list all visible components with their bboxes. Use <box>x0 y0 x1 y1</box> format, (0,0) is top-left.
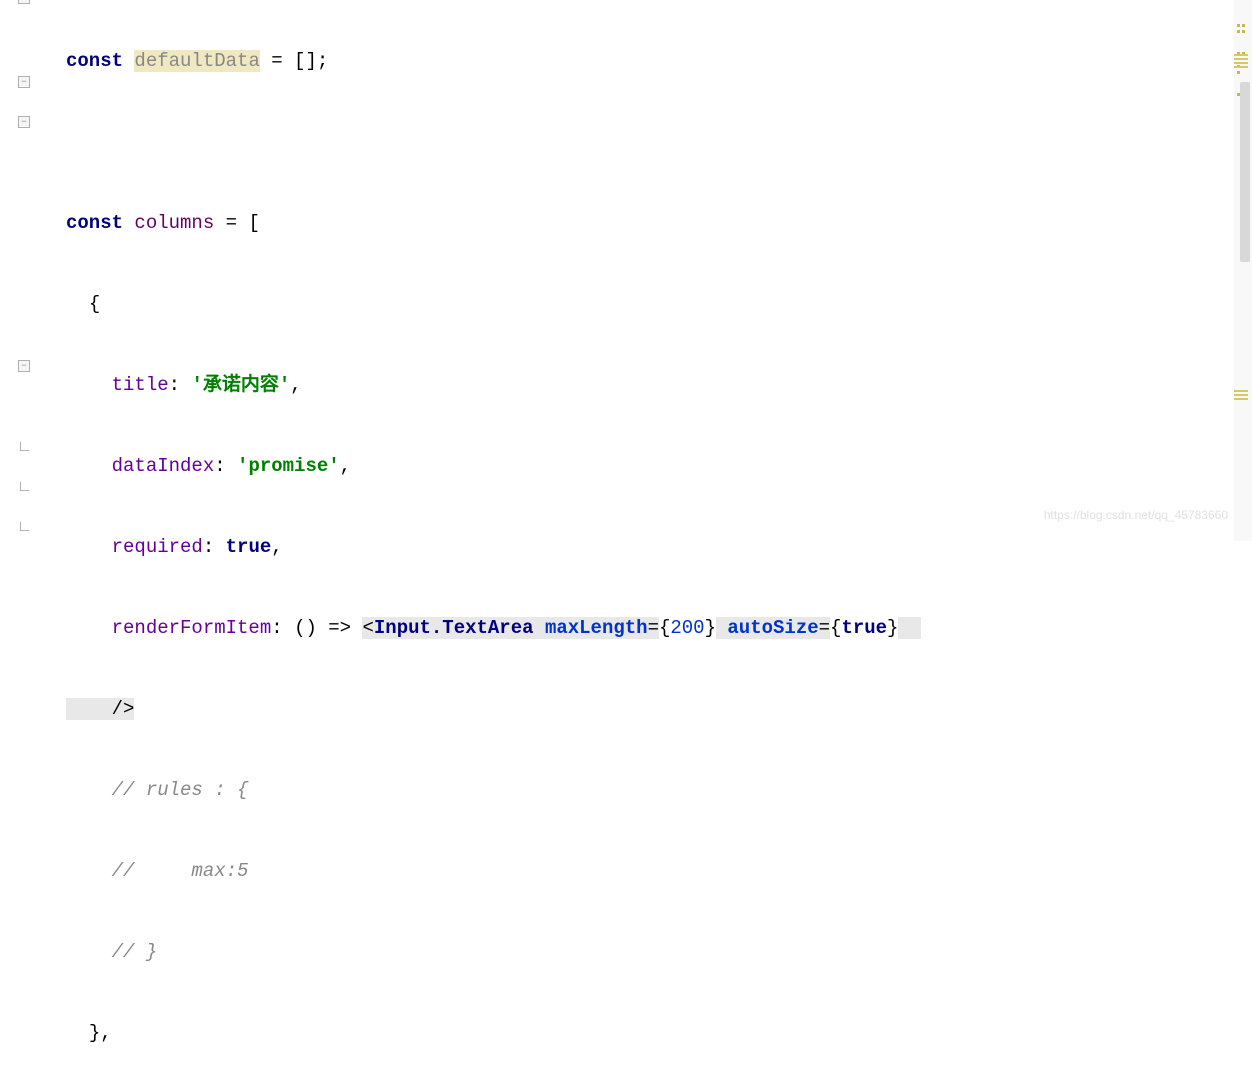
jsx-attr: autoSize <box>727 617 818 639</box>
scrollbar-vertical[interactable] <box>1234 0 1252 541</box>
scrollbar-thumb[interactable] <box>1240 82 1250 262</box>
code-content[interactable]: const defaultData = []; const columns = … <box>42 0 1252 541</box>
punct: , <box>340 455 351 477</box>
fold-toggle-icon[interactable] <box>18 0 30 4</box>
gutter <box>0 0 42 541</box>
punct: < <box>362 617 373 639</box>
scrollbar-minimap <box>1234 54 1248 70</box>
property: title <box>112 374 169 396</box>
string: 'promise' <box>237 455 340 477</box>
punct: } <box>887 617 898 639</box>
code-line[interactable]: const columns = [ <box>66 203 1252 244</box>
code-line[interactable] <box>66 122 1252 163</box>
punct: = []; <box>260 50 328 72</box>
string: '承诺内容' <box>191 374 290 396</box>
code-line[interactable]: // rules : { <box>66 770 1252 811</box>
space <box>534 617 545 639</box>
code-line[interactable]: renderFormItem: () => <Input.TextArea ma… <box>66 608 1252 649</box>
fold-toggle-icon[interactable] <box>18 76 30 88</box>
punct: { <box>830 617 841 639</box>
identifier-unused: defaultData <box>134 50 259 72</box>
scrollbar-minimap <box>1234 390 1248 402</box>
code-line[interactable]: { <box>66 284 1252 325</box>
jsx-component: Input.TextArea <box>374 617 534 639</box>
boolean: true <box>841 617 887 639</box>
punct: : <box>214 455 237 477</box>
keyword: const <box>66 212 123 234</box>
code-line[interactable]: dataIndex: 'promise', <box>66 446 1252 487</box>
fold-toggle-icon[interactable] <box>18 116 30 128</box>
code-line[interactable]: title: '承诺内容', <box>66 365 1252 406</box>
punct: { <box>89 293 100 315</box>
property: required <box>112 536 203 558</box>
comment: // } <box>112 941 158 963</box>
arrow: () => <box>294 617 362 639</box>
space <box>716 617 727 639</box>
property: renderFormItem <box>112 617 272 639</box>
punct: , <box>271 536 282 558</box>
punct: , <box>290 374 301 396</box>
jsx-attr: maxLength <box>545 617 648 639</box>
fold-end-icon <box>18 480 30 492</box>
code-line[interactable]: const defaultData = []; <box>66 41 1252 82</box>
fold-end-icon <box>18 520 30 532</box>
keyword: const <box>66 50 123 72</box>
fold-toggle-icon[interactable] <box>18 360 30 372</box>
property: dataIndex <box>112 455 215 477</box>
punct: = <box>819 617 830 639</box>
fold-end-icon <box>18 440 30 452</box>
punct: : <box>203 536 226 558</box>
punct: } <box>705 617 716 639</box>
boolean: true <box>226 536 272 558</box>
code-line[interactable]: // max:5 <box>66 851 1252 892</box>
punct: = [ <box>214 212 260 234</box>
identifier: columns <box>134 212 214 234</box>
code-line[interactable]: }, <box>66 1013 1252 1054</box>
scrollbar-marker <box>1236 8 1250 12</box>
code-line[interactable]: /> <box>66 689 1252 730</box>
comment: // rules : { <box>112 779 249 801</box>
comment: // max:5 <box>112 860 249 882</box>
watermark-text: https://blog.csdn.net/qq_45783660 <box>1044 495 1228 536</box>
punct: = <box>648 617 659 639</box>
number: 200 <box>670 617 704 639</box>
punct: : <box>169 374 192 396</box>
code-line[interactable]: // } <box>66 932 1252 973</box>
jsx-close: /> <box>112 698 135 720</box>
punct: }, <box>89 1022 112 1044</box>
scrollbar-marker <box>1236 30 1250 34</box>
scrollbar-marker <box>1236 2 1250 6</box>
code-editor[interactable]: const defaultData = []; const columns = … <box>0 0 1252 541</box>
punct: { <box>659 617 670 639</box>
punct: : <box>271 617 294 639</box>
